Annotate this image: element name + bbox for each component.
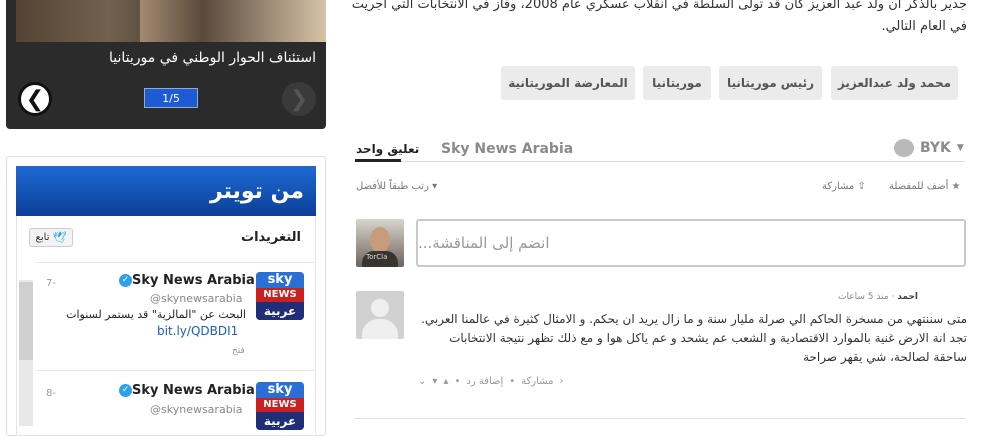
twitter-widget-header: من تويتر [16,166,316,216]
divider [36,262,314,263]
chevron-down-icon: ▾ [432,181,438,192]
tweet-author-name[interactable]: Sky News Arabia✓ [115,383,255,398]
sort-dropdown[interactable]: ▾ رتب طبقاً للأفضل [356,181,437,192]
divider [36,370,314,371]
comment-meta: احمد · منذ 5 ساعات [838,292,918,302]
avatar-logo-sky: sky [256,272,304,288]
comment-author[interactable]: احمد [897,292,918,302]
share-button[interactable]: ⇪ مشاركة [822,181,866,192]
tab-community[interactable]: Sky News Arabia [441,141,573,157]
upvote-icon[interactable]: ▴ [443,376,448,387]
downvote-icon[interactable]: ▾ [432,376,437,387]
article-line: جدير بالذكر أن ولد عبد العزيز كان قد تول… [351,0,967,12]
tweet-text: البحث عن "المالزية" قد يستمر لسنوات [66,308,246,321]
reply-button[interactable]: إضافة رد [466,376,503,387]
verified-icon: ✓ [119,274,132,287]
sky-news-avatar[interactable]: sky NEWS عربية [256,382,304,430]
tag-item[interactable]: رئيس موريتانيا [719,66,822,100]
comments-bottom-divider [355,418,965,419]
article-line: في العام التالي. [881,19,967,34]
sky-news-avatar[interactable]: sky NEWS عربية [256,272,304,320]
separator: • [509,376,516,387]
chevron-down-icon: ▼ [956,143,964,153]
commenter-avatar[interactable] [356,291,404,339]
follow-button[interactable]: تابع 🕊 [29,228,73,247]
scrollbar-thumb[interactable] [19,282,33,360]
comment-share-button[interactable]: مشاركة [521,376,553,387]
comment-body: متى سننتهي من مسخرة الحاكم الي صرلة مليا… [421,312,967,364]
tweet-author-name[interactable]: Sky News Arabia✓ [115,273,255,288]
tag-item[interactable]: محمد ولد عبدالعزيز [831,66,958,100]
active-tab-indicator [355,159,401,162]
user-name: BYK [920,140,951,156]
chevron-right-icon[interactable]: › [559,376,563,387]
verified-icon: ✓ [119,384,132,397]
chevron-right-icon[interactable]: ❯ [282,82,316,116]
star-icon: ★ [951,181,961,192]
comment-actions: ⌄ ▾ ▴ • إضافة رد • مشاركة › [418,376,578,387]
slider-caption[interactable]: استئناف الحوار الوطني في موريتانيا [109,50,316,66]
twitter-header-title: من تويتر [209,178,304,204]
tweet-link[interactable]: bit.ly/QDBDI1 [157,324,238,338]
tag-item[interactable]: موريتانيا [643,66,711,100]
tab-comment-count[interactable]: تعليق واحد [356,142,419,156]
user-menu[interactable]: BYK ▼ [894,139,964,157]
comment-time[interactable]: منذ 5 ساعات [838,292,889,302]
tweet-author-text: Sky News Arabia [132,273,255,288]
tweet-handle[interactable]: @skynewsarabia [150,292,242,305]
comments-tabs-divider [355,161,965,162]
tag-item[interactable]: المعارضة الموريتانية [501,66,635,100]
user-bubble-icon [894,139,914,157]
avatar-logo-sky: sky [256,382,304,398]
tweet-handle[interactable]: @skynewsarabia [150,403,242,416]
news-slider: استئناف الحوار الوطني في موريتانيا ❮ 1/5… [6,0,326,129]
favorite-label: أضف للمفضلة [889,181,949,192]
sort-label: رتب طبقاً للأفضل [356,181,429,192]
twitter-bird-icon: 🕊 [52,231,67,244]
chevron-left-icon[interactable]: ❮ [18,82,52,116]
follow-label: تابع [35,232,50,243]
avatar-logo-arabic: عربية [256,412,304,430]
tweet-author-text: Sky News Arabia [132,383,255,398]
share-icon: ⇪ [857,181,866,192]
article-text: جدير بالذكر أن ولد عبد العزيز كان قد تول… [327,0,967,38]
avatar-logo-news: NEWS [256,288,304,302]
tweet-time[interactable]: 7- [46,278,56,289]
separator: • [454,376,461,387]
slider-photo[interactable] [16,0,326,42]
tweet-time[interactable]: 8- [46,388,56,399]
avatar-logo-arabic: عربية [256,302,304,320]
tweet-open-link[interactable]: فتح [232,346,245,356]
tweets-section-title: التغريدات [241,230,301,245]
current-user-avatar[interactable]: TorCla [356,219,404,267]
avatar-logo-news: NEWS [256,398,304,412]
comment-input[interactable]: انضم إلى المناقشة... [416,219,966,267]
chevron-down-icon[interactable]: ⌄ [418,376,426,387]
favorite-button[interactable]: ★ أضف للمفضلة [889,181,961,192]
share-label: مشاركة [822,181,855,192]
avatar-text: TorCla [366,253,388,261]
slider-counter: 1/5 [144,88,198,108]
